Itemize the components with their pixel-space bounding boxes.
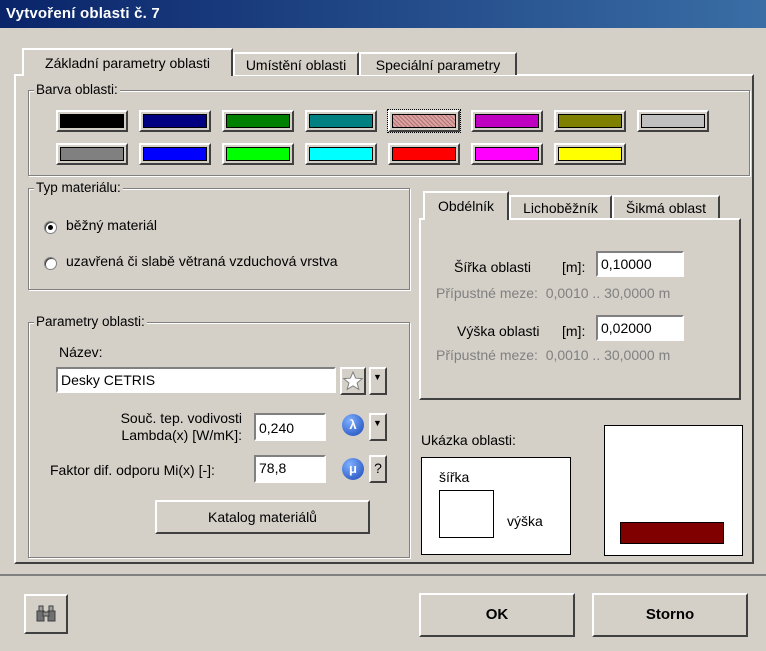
binoculars-icon [36,605,56,622]
color-swatch[interactable] [471,143,543,165]
window-title: Vytvoření oblasti č. 7 [0,0,766,28]
color-swatch-fill [475,147,539,161]
color-swatch[interactable] [554,110,626,132]
material-catalog-button[interactable]: Katalog materiálů [155,500,370,534]
lambda-icon: λ [342,414,364,436]
mi-icon-button[interactable]: μ [342,458,366,482]
mi-icon-glyph: μ [349,461,357,476]
tab-special-params[interactable]: Speciální parametry [359,52,517,75]
color-swatch[interactable] [222,143,294,165]
help-icon: ? [374,460,382,476]
ok-button[interactable]: OK [419,593,575,637]
color-swatch[interactable] [222,110,294,132]
name-label: Název: [59,344,103,360]
color-swatch[interactable] [56,110,128,132]
color-swatch-fill [226,114,290,128]
preview-height-text: výška [507,513,543,529]
lambda-icon-glyph: λ [349,417,357,432]
color-swatch[interactable] [305,143,377,165]
material-type-label: Typ materiálu: [34,180,123,195]
preview-width-text: šířka [439,469,470,485]
color-swatch-fill [143,147,207,161]
color-swatch[interactable] [387,109,461,133]
color-swatch[interactable] [56,143,128,165]
preview-canvas [604,425,743,556]
tab-placement-label: Umístění oblasti [245,57,347,73]
cancel-button[interactable]: Storno [592,593,748,637]
material-type-group [28,188,410,290]
lambda-label-line2: Lambda(x) [W/mK]: [121,427,242,443]
color-group-label: Barva oblasti: [34,82,120,97]
color-swatch-fill [475,114,539,128]
tab-oblique[interactable]: Šikmá oblast [612,195,720,218]
tab-basic-params[interactable]: Základní parametry oblasti [22,48,233,76]
material-catalog-label: Katalog materiálů [208,509,317,525]
ok-label: OK [485,606,509,623]
tab-oblique-label: Šikmá oblast [625,200,707,216]
color-swatch-fill [143,114,207,128]
color-swatch-fill [392,147,456,161]
height-input[interactable]: 0,02000 [596,315,684,341]
color-swatch-fill [558,147,622,161]
color-swatch[interactable] [139,110,211,132]
lambda-icon-button[interactable]: λ [342,414,366,438]
preview-area-bar [620,522,724,544]
height-limits: Přípustné meze: 0,0010 .. 30,0000 m [436,347,671,363]
tab-rectangle-label: Obdélník [437,198,495,214]
preview-rect [439,490,494,538]
tab-rectangle[interactable]: Obdélník [423,191,509,220]
color-swatch-fill [309,147,373,161]
tab-special-params-label: Speciální parametry [375,57,501,73]
color-swatch[interactable] [139,143,211,165]
tab-placement[interactable]: Umístění oblasti [233,52,359,75]
mi-icon: μ [342,458,364,480]
color-swatch[interactable] [637,110,709,132]
favorite-button[interactable] [340,367,366,395]
preview-schematic: šířka výška [421,457,571,555]
color-swatch-fill [309,114,373,128]
radio-air-layer-label[interactable]: uzavřená či slabě větraná vzduchová vrst… [66,253,338,269]
width-limits: Přípustné meze: 0,0010 .. 30,0000 m [436,285,671,301]
shape-tab-panel [419,218,741,400]
tab-trapezoid-label: Lichoběžník [523,200,598,216]
tab-basic-params-label: Základní parametry oblasti [45,55,210,71]
help-button[interactable]: ? [369,455,387,483]
search-button[interactable] [24,594,68,634]
height-label: Výška oblasti [457,323,540,339]
color-swatch-fill [392,114,456,128]
color-swatch-fill [558,114,622,128]
mi-label: Faktor dif. odporu Mi(x) [-]: [50,462,215,478]
name-input[interactable]: Desky CETRIS [56,367,336,393]
color-swatch-fill [60,147,124,161]
mi-input[interactable]: 78,8 [254,455,326,483]
radio-common-material-label[interactable]: běžný materiál [66,217,157,233]
cancel-label: Storno [645,606,695,623]
width-input[interactable]: 0,10000 [596,251,684,277]
color-swatch[interactable] [388,143,460,165]
color-swatch[interactable] [554,143,626,165]
preview-label: Ukázka oblasti: [421,432,516,448]
color-swatch-fill [60,114,124,128]
color-swatch-fill [226,147,290,161]
color-swatch-fill [641,114,705,128]
radio-common-material[interactable] [44,221,57,234]
color-swatch[interactable] [471,110,543,132]
chevron-down-icon: ▼ [373,418,382,428]
lambda-label-line1: Souč. tep. vodivosti [120,410,242,426]
star-icon [342,370,364,391]
params-group-label: Parametry oblasti: [34,314,147,329]
tab-trapezoid[interactable]: Lichoběžník [509,195,612,218]
lambda-input[interactable]: 0,240 [254,413,326,441]
color-swatch[interactable] [305,110,377,132]
width-label: Šířka oblasti [454,259,532,275]
width-unit: [m]: [562,259,586,275]
radio-air-layer[interactable] [44,257,57,270]
height-unit: [m]: [562,323,586,339]
lambda-dropdown-button[interactable]: ▼ [369,413,387,441]
favorite-dropdown-button[interactable]: ▼ [369,367,387,395]
chevron-down-icon: ▼ [373,372,382,382]
